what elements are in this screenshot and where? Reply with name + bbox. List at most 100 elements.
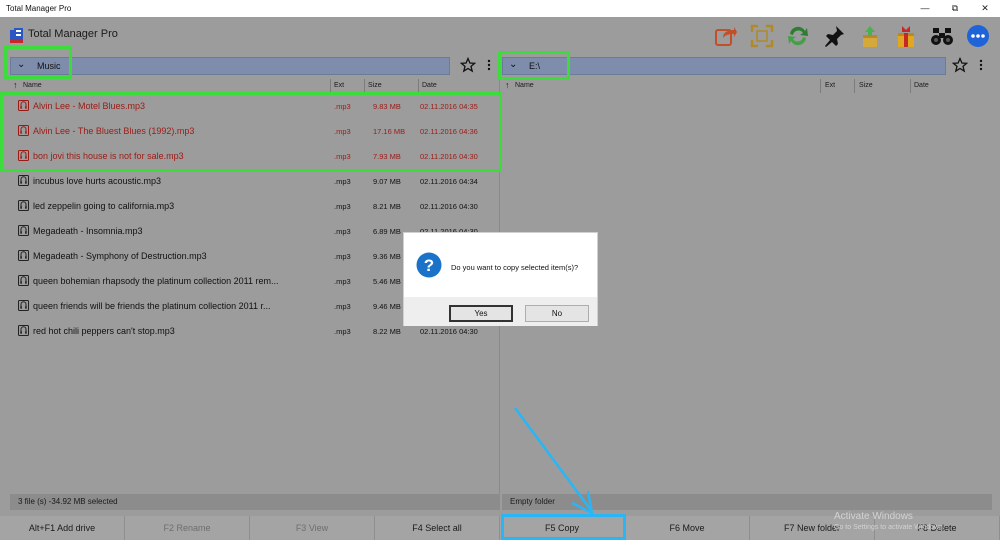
file-size: 5.46 MB <box>373 277 401 286</box>
chevron-down-icon[interactable]: ⌄ <box>17 59 25 70</box>
sort-arrow-icon[interactable]: ↑ <box>505 80 510 90</box>
yes-button[interactable]: Yes <box>449 305 513 322</box>
watermark-subtitle: Go to Settings to activate Windows. <box>834 524 945 531</box>
selection-status: 3 file (s) -34.92 MB selected <box>18 497 118 506</box>
music-file-icon <box>18 325 29 336</box>
file-size: 17.16 MB <box>373 127 406 136</box>
file-date: 02.11.2016 04:35 <box>420 102 478 111</box>
file-name: bon jovi this house is not for sale.mp3 <box>33 151 184 161</box>
file-row[interactable]: bon jovi this house is not for sale.mp3.… <box>10 143 500 168</box>
dialog-message: Do you want to copy selected item(s)? <box>451 263 579 272</box>
col-size[interactable]: Size <box>859 82 873 89</box>
vertical-dots-icon[interactable] <box>485 57 493 73</box>
select-all-button[interactable]: F4 Select all <box>375 516 500 540</box>
file-name: Megadeath - Symphony of Destruction.mp3 <box>33 251 207 261</box>
dialog-footer: Yes No <box>404 297 597 326</box>
music-file-icon <box>18 300 29 311</box>
archive-icon[interactable] <box>894 24 918 48</box>
file-name: led zeppelin going to california.mp3 <box>33 201 175 211</box>
window-title: Total Manager Pro <box>6 4 72 13</box>
add-drive-button[interactable]: Alt+F1 Add drive <box>0 516 125 540</box>
file-date: 02.11.2016 04:30 <box>420 152 478 161</box>
file-ext: .mp3 <box>334 302 351 311</box>
file-row[interactable]: Alvin Lee - The Bluest Blues (1992).mp3.… <box>10 118 500 143</box>
chevron-down-icon[interactable]: ⌄ <box>509 59 517 70</box>
col-ext[interactable]: Ext <box>825 82 835 89</box>
move-button[interactable]: F6 Move <box>625 516 750 540</box>
file-date: 02.11.2016 04:30 <box>420 202 478 211</box>
right-column-header: ↑ Name Ext Size Date <box>502 79 992 93</box>
copy-button[interactable]: F5 Copy <box>500 516 625 540</box>
file-row[interactable]: Alvin Lee - Motel Blues.mp3 .mp3 9.83 MB 02… <box>10 93 500 118</box>
minimize-button[interactable]: — <box>910 0 940 17</box>
music-file-icon <box>18 225 29 236</box>
music-file-icon <box>18 250 29 261</box>
close-button[interactable]: ✕ <box>970 0 1000 17</box>
file-name: red hot chili peppers can't stop.mp3 <box>33 326 175 336</box>
column-divider[interactable] <box>418 79 419 93</box>
view-button[interactable]: F3 View <box>250 516 375 540</box>
left-path-bar[interactable]: ⌄ Music <box>10 57 450 75</box>
left-status-bar: 3 file (s) -34.92 MB selected <box>10 494 500 510</box>
music-file-icon <box>18 125 29 136</box>
window-controls: — ⧉ ✕ <box>910 0 1000 17</box>
binoculars-icon[interactable] <box>930 24 954 48</box>
star-icon[interactable] <box>460 57 476 73</box>
file-size: 6.89 MB <box>373 227 401 236</box>
file-name: Megadeath - Insomnia.mp3 <box>33 226 143 236</box>
column-divider[interactable] <box>820 79 821 93</box>
file-name: incubus love hurts acoustic.mp3 <box>33 176 162 186</box>
file-size: 7.93 MB <box>373 152 401 161</box>
music-file-icon <box>18 275 29 286</box>
right-path-bar[interactable]: ⌄ E:\ <box>502 57 946 75</box>
activate-windows-watermark: Activate Windows Go to Settings to activ… <box>834 511 945 531</box>
app-logo-icon <box>10 28 23 43</box>
column-divider[interactable] <box>910 79 911 93</box>
copy-confirm-dialog: ? Do you want to copy selected item(s)? … <box>403 232 598 326</box>
rename-button[interactable]: F2 Rename <box>125 516 250 540</box>
file-name: queen bohemian rhapsody the platinum col… <box>33 276 279 286</box>
refresh-icon[interactable] <box>786 24 810 48</box>
more-icon[interactable] <box>966 24 990 48</box>
file-name: Alvin Lee - Motel Blues.mp3 <box>33 101 146 111</box>
pin-icon[interactable] <box>822 24 846 48</box>
col-date[interactable]: Date <box>914 82 929 89</box>
column-divider[interactable] <box>364 79 365 93</box>
file-row[interactable]: incubus love hurts acoustic.mp3 .mp3 9.07 … <box>10 168 500 193</box>
column-divider[interactable] <box>330 79 331 93</box>
file-ext: .mp3 <box>334 102 351 111</box>
file-name: queen friends will be friends the platin… <box>33 301 271 311</box>
sort-arrow-icon[interactable]: ↑ <box>13 80 18 90</box>
fullscreen-icon[interactable] <box>750 24 774 48</box>
right-status-bar: Empty folder <box>502 494 992 510</box>
file-ext: .mp3 <box>334 252 351 261</box>
extract-icon[interactable] <box>858 24 882 48</box>
file-ext: .mp3 <box>334 202 351 211</box>
share-icon[interactable] <box>714 24 738 48</box>
app-header: Total Manager Pro <box>0 17 1000 54</box>
file-size: 8.22 MB <box>373 327 401 336</box>
window-title-bar: Total Manager Pro — ⧉ ✕ <box>0 0 1000 17</box>
column-divider[interactable] <box>854 79 855 93</box>
col-size[interactable]: Size <box>368 82 382 89</box>
col-name[interactable]: Name <box>23 82 42 89</box>
svg-text:?: ? <box>424 256 434 275</box>
watermark-title: Activate Windows <box>834 511 913 522</box>
col-ext[interactable]: Ext <box>334 82 344 89</box>
file-size: 9.83 MB <box>373 102 401 111</box>
file-ext: .mp3 <box>334 277 351 286</box>
no-button[interactable]: No <box>525 305 589 322</box>
star-icon[interactable] <box>952 57 968 73</box>
col-date[interactable]: Date <box>422 82 437 89</box>
right-path-text: E:\ <box>529 61 541 71</box>
music-file-icon <box>18 150 29 161</box>
restore-button[interactable]: ⧉ <box>940 0 970 17</box>
file-ext: .mp3 <box>334 227 351 236</box>
col-name[interactable]: Name <box>515 82 534 89</box>
file-row[interactable]: led zeppelin going to california.mp3 .mp3… <box>10 193 500 218</box>
file-ext: .mp3 <box>334 177 351 186</box>
left-column-header: ↑ Name Ext Size Date <box>10 79 500 93</box>
file-ext: .mp3 <box>334 152 351 161</box>
vertical-dots-icon[interactable] <box>977 57 985 73</box>
file-size: 9.07 MB <box>373 177 401 186</box>
